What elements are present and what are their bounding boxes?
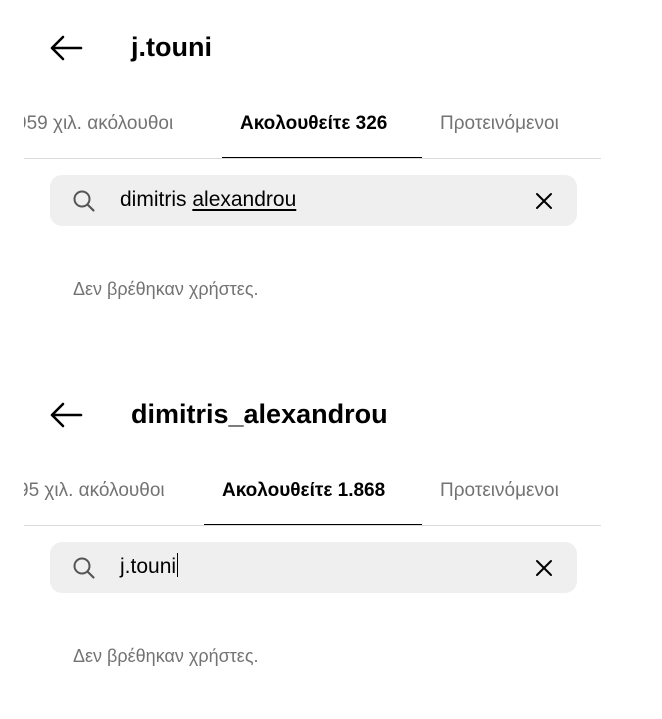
tab-bar: 959 χιλ. ακόλουθοι Ακολουθείτε 326 Προτε… [24,106,601,159]
arrow-left-icon [50,402,83,428]
no-results-message: Δεν βρέθηκαν χρήστες. [73,646,259,666]
text-cursor [177,553,179,577]
search-input[interactable]: j.touni [120,552,510,582]
search-query-text: dimitris [120,188,193,211]
tab-suggested[interactable]: Προτεινόμενοι [440,473,559,525]
tab-following[interactable]: Ακολουθείτε 326 [240,106,387,158]
profile-username: j.touni [131,32,212,62]
tab-bar: 95 χιλ. ακόλουθοι Ακολουθείτε 1.868 Προτ… [24,473,601,526]
search-input[interactable]: dimitris alexandrou [120,185,510,215]
search-bar[interactable]: j.touni [50,542,577,593]
close-icon[interactable] [533,557,555,579]
back-button[interactable] [46,395,86,435]
tab-suggested[interactable]: Προτεινόμενοι [440,106,559,158]
search-bar[interactable]: dimitris alexandrou [50,175,577,226]
screen-j-touni: j.touni 959 χιλ. ακόλουθοι Ακολουθείτε 3… [0,0,662,352]
screen-dimitris-alexandrou: dimitris_alexandrou 95 χιλ. ακόλουθοι Ακ… [0,367,662,719]
search-query-text: j.touni [120,555,177,578]
active-tab-indicator [204,524,422,525]
search-icon [73,557,95,579]
profile-username: dimitris_alexandrou [131,399,388,429]
close-icon[interactable] [533,190,555,212]
tab-followers[interactable]: 95 χιλ. ακόλουθοι [24,473,165,525]
arrow-left-icon [50,35,83,61]
tab-following[interactable]: Ακολουθείτε 1.868 [222,473,385,525]
no-results-message: Δεν βρέθηκαν χρήστες. [73,279,259,299]
search-icon [73,190,95,212]
back-button[interactable] [46,28,86,68]
search-query-suggested-word: alexandrou [192,188,297,211]
tab-followers[interactable]: 959 χιλ. ακόλουθοι [24,106,173,158]
active-tab-indicator [222,157,422,158]
